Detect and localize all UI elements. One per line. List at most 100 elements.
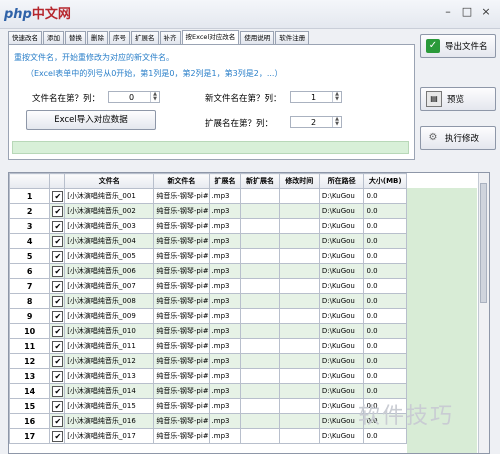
tab-6[interactable]: 补齐 <box>159 31 181 44</box>
row-number: 9 <box>9 308 51 324</box>
checkbox-checked-icon[interactable]: ✔ <box>52 400 64 412</box>
table-row[interactable]: 10✔[小沐演唱纯音乐_010纯音乐-钢琴-pi#10.mp3 D:\KuGou0… <box>9 323 407 339</box>
tab-8[interactable]: 使用说明 <box>240 31 275 44</box>
ext-column-spinner[interactable]: 2 ▲ ▼ <box>290 116 342 128</box>
checkbox-green-icon: ✓ <box>426 39 440 53</box>
table-row[interactable]: 4✔[小沐演唱纯音乐_004纯音乐-钢琴-pi#04.mp3 D:\KuGou0.… <box>9 233 407 249</box>
maximize-icon[interactable]: □ <box>459 5 475 19</box>
checkbox-checked-icon[interactable]: ✔ <box>52 325 64 337</box>
tab-0[interactable]: 快速改名 <box>8 31 42 44</box>
minimize-icon[interactable]: – <box>440 5 456 19</box>
filename-column-spinner[interactable]: 0 ▲ ▼ <box>108 91 160 103</box>
row-checkbox-cell: ✔ <box>49 263 66 279</box>
column-header-3[interactable]: 新文件名 <box>153 173 210 189</box>
close-icon[interactable]: × <box>478 5 494 19</box>
checkbox-checked-icon[interactable]: ✔ <box>52 415 64 427</box>
newname-column-spinner[interactable]: 1 ▲ ▼ <box>290 91 342 103</box>
checkbox-checked-icon[interactable]: ✔ <box>52 295 64 307</box>
cell-new-filename: 纯音乐-钢琴-pi#16 <box>153 413 210 429</box>
ext-column-label: 扩展名在第？列： <box>205 119 274 129</box>
execute-button[interactable]: ⚙ 执行修改 <box>420 126 496 150</box>
cell-filename: [小沐演唱纯音乐_002 <box>64 203 155 219</box>
column-header-2[interactable]: 文件名 <box>64 173 155 189</box>
table-row[interactable]: 3✔[小沐演唱纯音乐_003纯音乐-钢琴-pi#03.mp3 D:\KuGou0.… <box>9 218 407 234</box>
table-row[interactable]: 7✔[小沐演唱纯音乐_007纯音乐-钢琴-pi#07.mp3 D:\KuGou0.… <box>9 278 407 294</box>
excel-import-button[interactable]: Excel导入对应数据 <box>26 110 156 130</box>
checkbox-checked-icon[interactable]: ✔ <box>52 280 64 292</box>
cell-modified-time <box>278 218 320 234</box>
cell-new-filename: 纯音乐-钢琴-pi#14 <box>153 383 210 399</box>
filename-column-label: 文件名在第？列： <box>32 94 101 104</box>
row-number: 4 <box>9 233 51 249</box>
row-checkbox-cell: ✔ <box>49 248 66 264</box>
checkbox-checked-icon[interactable]: ✔ <box>52 310 64 322</box>
row-checkbox-cell: ✔ <box>49 368 66 384</box>
cell-path: D:\KuGou <box>318 248 365 264</box>
spinner-arrows-icon[interactable]: ▲ ▼ <box>332 92 341 102</box>
table-row[interactable]: 16✔[小沐演唱纯音乐_016纯音乐-钢琴-pi#16.mp3D:\KuGou0… <box>9 413 407 429</box>
tab-3[interactable]: 删除 <box>87 31 108 44</box>
checkbox-checked-icon[interactable]: ✔ <box>52 250 64 262</box>
cell-extension: .mp3 <box>208 338 242 354</box>
tab-9[interactable]: 软件注册 <box>275 31 310 44</box>
column-header-7[interactable]: 所在路径 <box>318 173 365 189</box>
table-row[interactable]: 13✔[小沐演唱纯音乐_013纯音乐-钢琴-pi#13.mp3 D:\KuGou0… <box>9 368 407 384</box>
table-row[interactable]: 12✔[小沐演唱纯音乐_012纯音乐-钢琴-pi#12.mp3 D:\KuGou0… <box>9 353 407 369</box>
checkbox-checked-icon[interactable]: ✔ <box>52 370 64 382</box>
table-row[interactable]: 15✔[小沐演唱纯音乐_015纯音乐-钢琴-pi#15.mp3D:\KuGou0… <box>9 398 407 414</box>
hint-text: 重按文件名，开始重修改为对应的新文件名。 <box>14 53 174 62</box>
table-row[interactable]: 9✔[小沐演唱纯音乐_009纯音乐-钢琴-pi#09.mp3 D:\KuGou0.… <box>9 308 407 324</box>
checkbox-checked-icon[interactable]: ✔ <box>52 190 64 202</box>
table-row[interactable]: 14✔[小沐演唱纯音乐_014纯音乐-钢琴-pi#14.mp3 D:\KuGou0… <box>9 383 407 399</box>
cell-filename: [小沐演唱纯音乐_014 <box>64 383 155 399</box>
cell-new-filename: 纯音乐-钢琴-pi#02 <box>153 203 210 219</box>
cell-filename: [小沐演唱纯音乐_008 <box>64 293 155 309</box>
tab-5[interactable]: 扩展名 <box>131 31 159 44</box>
cell-size: 0.0 <box>363 338 407 354</box>
checkbox-checked-icon[interactable]: ✔ <box>52 220 64 232</box>
row-checkbox-cell: ✔ <box>49 338 66 354</box>
cell-extension: .mp3 <box>208 368 242 384</box>
column-header-4[interactable]: 扩展名 <box>208 173 242 189</box>
cell-modified-time <box>278 413 320 429</box>
column-header-0[interactable] <box>9 173 51 189</box>
checkbox-checked-icon[interactable]: ✔ <box>52 265 64 277</box>
checkbox-checked-icon[interactable]: ✔ <box>52 340 64 352</box>
table-row[interactable]: 11✔[小沐演唱纯音乐_011纯音乐-钢琴-pi#11.mp3 D:\KuGou0… <box>9 338 407 354</box>
gear-icon: ⚙ <box>428 132 438 143</box>
checkbox-checked-icon[interactable]: ✔ <box>52 235 64 247</box>
cell-new-filename: 纯音乐-钢琴-pi#17 <box>153 428 210 444</box>
row-number: 13 <box>9 368 51 384</box>
table-row[interactable]: 5✔[小沐演唱纯音乐_005纯音乐-钢琴-pi#05.mp3 D:\KuGou0.… <box>9 248 407 264</box>
cell-new-extension <box>240 413 280 429</box>
cell-filename: [小沐演唱纯音乐_007 <box>64 278 155 294</box>
checkbox-checked-icon[interactable]: ✔ <box>52 385 64 397</box>
row-number: 10 <box>9 323 51 339</box>
cell-modified-time <box>278 398 320 414</box>
export-filenames-button[interactable]: ✓ 导出文件名 <box>420 34 496 58</box>
tab-7[interactable]: 按Excel对应改名 <box>181 30 240 44</box>
vertical-scrollbar[interactable] <box>478 173 489 453</box>
table-row[interactable]: 2✔[小沐演唱纯音乐_002纯音乐-钢琴-pi#02.mp3 D:\KuGou0.… <box>9 203 407 219</box>
checkbox-checked-icon[interactable]: ✔ <box>52 430 64 442</box>
tab-2[interactable]: 替换 <box>65 31 86 44</box>
preview-button[interactable]: ▤ 预览 <box>420 87 496 111</box>
table-row[interactable]: 17✔[小沐演唱纯音乐_017纯音乐-钢琴-pi#17.mp3 D:\KuGou0… <box>9 428 407 444</box>
cell-extension: .mp3 <box>208 293 242 309</box>
spinner-arrows-icon[interactable]: ▲ ▼ <box>332 117 341 127</box>
cell-modified-time <box>278 263 320 279</box>
column-header-1[interactable] <box>49 173 66 189</box>
checkbox-checked-icon[interactable]: ✔ <box>52 355 64 367</box>
column-header-5[interactable]: 新扩展名 <box>240 173 280 189</box>
tab-1[interactable]: 添加 <box>43 31 64 44</box>
column-header-6[interactable]: 修改时间 <box>278 173 320 189</box>
checkbox-checked-icon[interactable]: ✔ <box>52 205 64 217</box>
tab-4[interactable]: 序号 <box>109 31 130 44</box>
table-row[interactable]: 6✔[小沐演唱纯音乐_006纯音乐-钢琴-pi#06.mp3 D:\KuGou0.… <box>9 263 407 279</box>
table-row[interactable]: 1✔[小沐演唱纯音乐_001纯音乐-钢琴-pi#01.mp3 D:\KuGou0.… <box>9 188 407 204</box>
spinner-arrows-icon[interactable]: ▲ ▼ <box>150 92 159 102</box>
scrollbar-thumb[interactable] <box>480 183 487 303</box>
column-header-8[interactable]: 大小(MB) <box>363 173 407 189</box>
table-row[interactable]: 8✔[小沐演唱纯音乐_008纯音乐-钢琴-pi#08.mp3 D:\KuGou0.… <box>9 293 407 309</box>
cell-size: 0.0 <box>363 383 407 399</box>
